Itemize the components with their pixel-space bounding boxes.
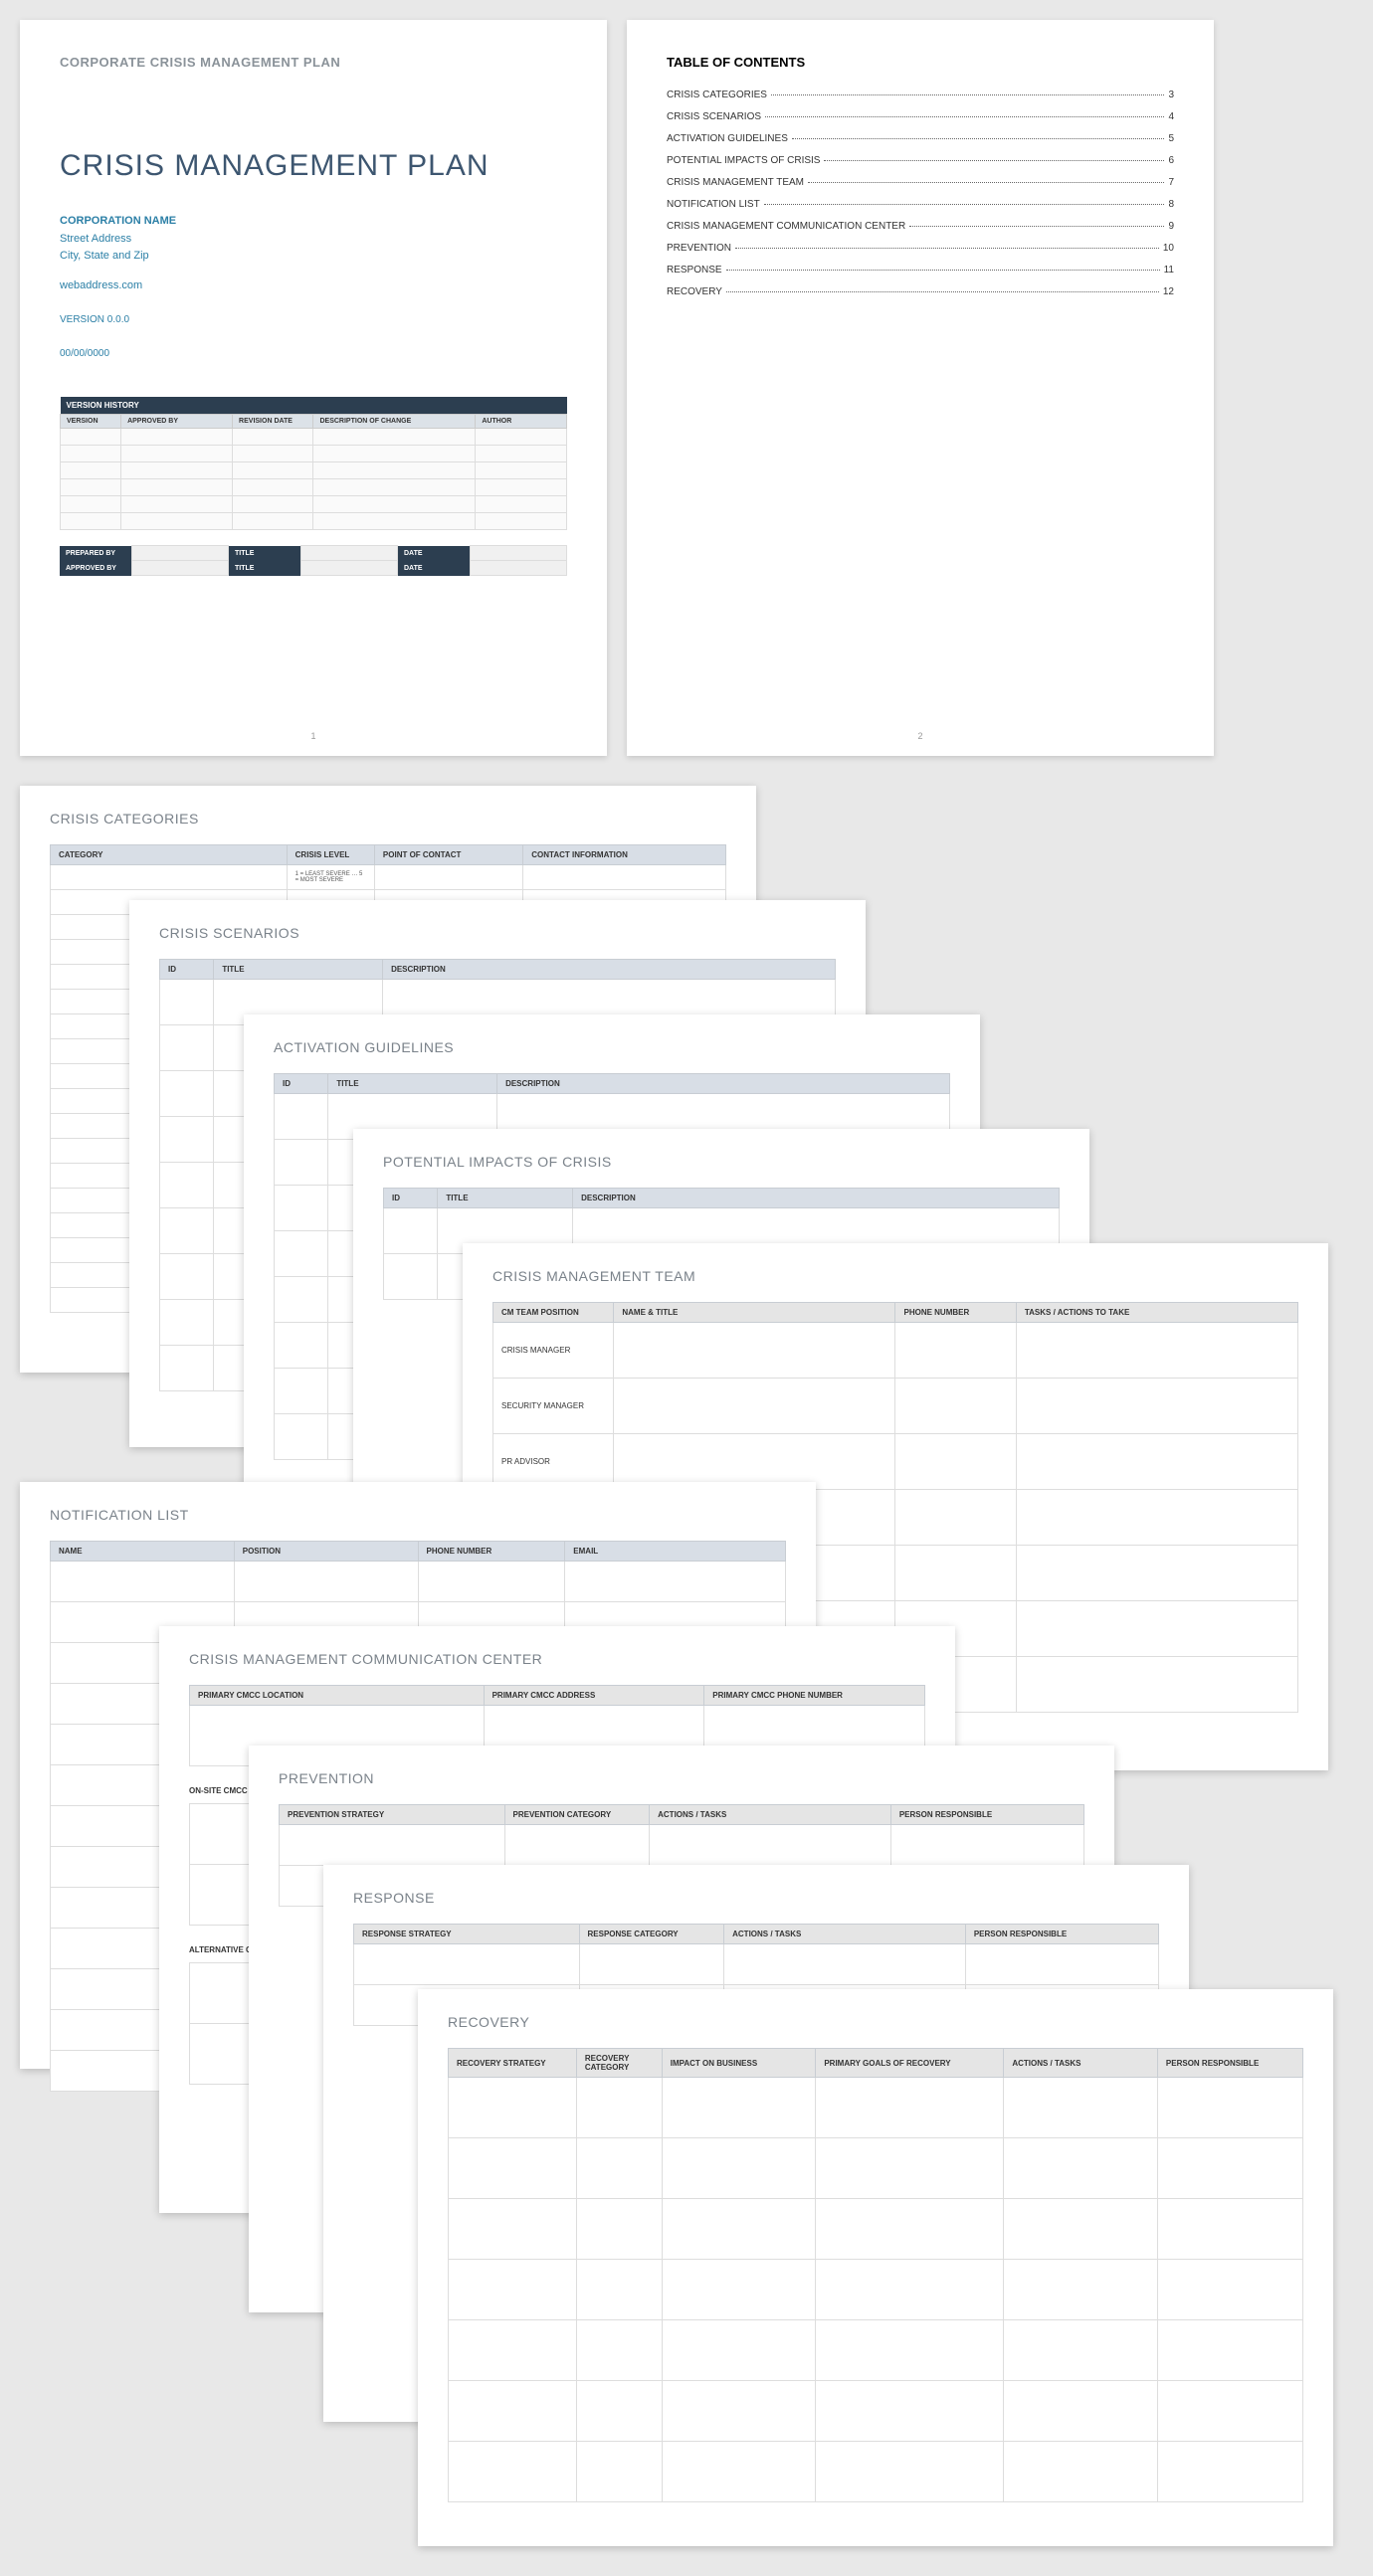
section-title: ACTIVATION GUIDELINES	[274, 1039, 950, 1055]
toc-dots	[909, 226, 1164, 227]
section-title: RESPONSE	[353, 1890, 1159, 1906]
doc-header: CORPORATE CRISIS MANAGEMENT PLAN	[60, 55, 567, 70]
page-number: 1	[310, 731, 315, 741]
toc-label: CRISIS CATEGORIES	[667, 90, 767, 100]
section-title: PREVENTION	[279, 1770, 1084, 1786]
toc-page: 10	[1163, 243, 1174, 254]
toc-row: POTENTIAL IMPACTS OF CRISIS 6	[667, 155, 1174, 166]
toc-label: PREVENTION	[667, 243, 731, 254]
toc-page: 4	[1168, 111, 1174, 122]
toc-page: 3	[1168, 90, 1174, 100]
section-title: CRISIS CATEGORIES	[50, 811, 726, 827]
section-title: CRISIS SCENARIOS	[159, 925, 836, 941]
toc-title: TABLE OF CONTENTS	[667, 55, 1174, 70]
toc-dots	[792, 138, 1165, 139]
toc-dots	[726, 270, 1160, 271]
toc-row: CRISIS MANAGEMENT TEAM 7	[667, 177, 1174, 188]
toc-row: NOTIFICATION LIST 8	[667, 199, 1174, 210]
sig-prepared: PREPARED BY	[60, 546, 132, 561]
section-title: CRISIS MANAGEMENT TEAM	[492, 1268, 1298, 1284]
toc-row: RESPONSE 11	[667, 265, 1174, 276]
toc-page: 6	[1168, 155, 1174, 166]
toc-page: 8	[1168, 199, 1174, 210]
vh-title: VERSION HISTORY	[61, 397, 567, 415]
main-title: CRISIS MANAGEMENT PLAN	[60, 149, 567, 183]
signature-table: PREPARED BY TITLE DATE APPROVED BY TITLE…	[60, 545, 567, 576]
toc-label: NOTIFICATION LIST	[667, 199, 760, 210]
toc-label: POTENTIAL IMPACTS OF CRISIS	[667, 155, 820, 166]
toc-dots	[765, 116, 1164, 117]
toc-label: RESPONSE	[667, 265, 722, 276]
version-history-table: VERSION HISTORY VERSION APPROVED BY REVI…	[60, 397, 567, 530]
section-title: NOTIFICATION LIST	[50, 1507, 786, 1523]
corp-name: CORPORATION NAME	[60, 213, 567, 231]
sig-title2: TITLE	[229, 561, 301, 576]
toc-label: CRISIS MANAGEMENT COMMUNICATION CENTER	[667, 221, 905, 232]
toc-dots	[808, 182, 1164, 183]
section-title: POTENTIAL IMPACTS OF CRISIS	[383, 1154, 1060, 1170]
toc-dots	[735, 248, 1159, 249]
toc-dots	[824, 160, 1164, 161]
toc-dots	[771, 94, 1164, 95]
page-cover: CORPORATE CRISIS MANAGEMENT PLAN CRISIS …	[20, 20, 607, 756]
toc-page: 11	[1164, 265, 1174, 276]
col-revdate: REVISION DATE	[233, 415, 313, 429]
toc-label: ACTIVATION GUIDELINES	[667, 133, 788, 144]
toc-row: CRISIS MANAGEMENT COMMUNICATION CENTER 9	[667, 221, 1174, 232]
toc-row: ACTIVATION GUIDELINES 5	[667, 133, 1174, 144]
page-toc: TABLE OF CONTENTS CRISIS CATEGORIES3CRIS…	[627, 20, 1214, 756]
col-version: VERSION	[61, 415, 121, 429]
toc-page: 7	[1168, 177, 1174, 188]
sig-approved: APPROVED BY	[60, 561, 132, 576]
col-approved: APPROVED BY	[121, 415, 233, 429]
toc-row: CRISIS CATEGORIES 3	[667, 90, 1174, 100]
toc-page: 9	[1168, 221, 1174, 232]
sig-title1: TITLE	[229, 546, 301, 561]
section-title: CRISIS MANAGEMENT COMMUNICATION CENTER	[189, 1651, 925, 1667]
col-author: AUTHOR	[476, 415, 567, 429]
street-address: Street Address	[60, 231, 567, 249]
date-label: 00/00/0000	[60, 346, 567, 362]
city-state-zip: City, State and Zip	[60, 248, 567, 266]
toc-label: CRISIS SCENARIOS	[667, 111, 761, 122]
sig-date1: DATE	[398, 546, 471, 561]
section-title: RECOVERY	[448, 2014, 1303, 2030]
corp-meta: CORPORATION NAME Street Address City, St…	[60, 213, 567, 362]
page-recovery: RECOVERY RECOVERY STRATEGY RECOVERY CATE…	[418, 1989, 1333, 2546]
toc-dots	[726, 291, 1159, 292]
toc-page: 5	[1168, 133, 1174, 144]
toc-label: RECOVERY	[667, 286, 722, 297]
page-number: 2	[917, 731, 922, 741]
toc-row: RECOVERY 12	[667, 286, 1174, 297]
web-address: webaddress.com	[60, 277, 567, 295]
toc-dots	[764, 204, 1165, 205]
toc-page: 12	[1163, 286, 1174, 297]
sig-date2: DATE	[398, 561, 471, 576]
toc-row: CRISIS SCENARIOS 4	[667, 111, 1174, 122]
version-label: VERSION 0.0.0	[60, 312, 567, 328]
toc-label: CRISIS MANAGEMENT TEAM	[667, 177, 804, 188]
col-desc: DESCRIPTION OF CHANGE	[313, 415, 476, 429]
toc-row: PREVENTION 10	[667, 243, 1174, 254]
